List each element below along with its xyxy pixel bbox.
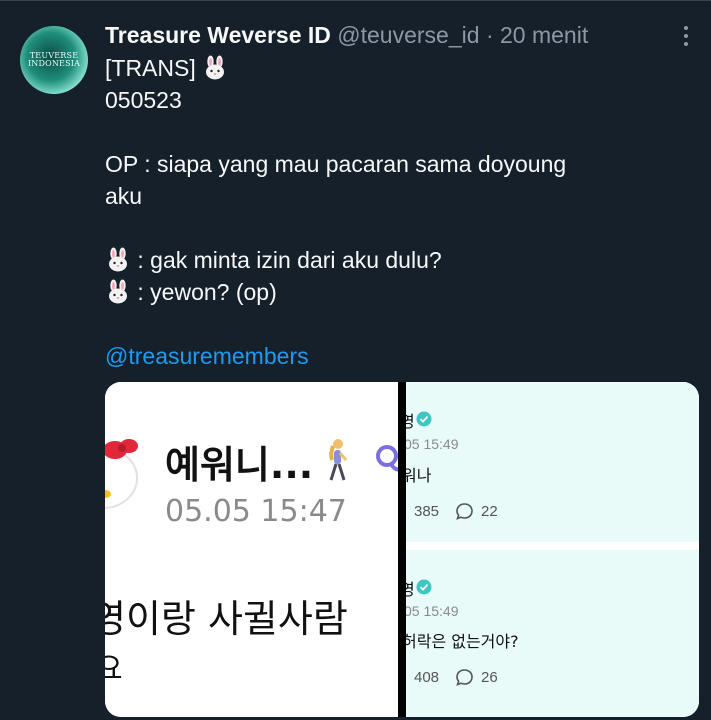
avatar-logo-text: TEUVERSE INDONESIA	[27, 51, 81, 68]
comment-bubble-icon	[456, 503, 473, 520]
comment-time: 05 15:49	[406, 603, 459, 619]
comment-text: 워나	[406, 466, 432, 485]
post-author-name: 예워니...	[165, 443, 314, 487]
media-image-left[interactable]: 예워니... 05.05 15:47 영이랑 사귈사람 요	[105, 382, 398, 717]
rabbit-face-icon	[109, 279, 127, 304]
person-walking-icon	[329, 439, 348, 481]
tweet-line: 050523	[105, 87, 182, 113]
comment-text: 허락은 없는거야?	[406, 632, 519, 651]
top-divider	[0, 0, 711, 1]
tweet-line: OP : siapa yang mau pacaran sama doyoung	[105, 151, 567, 177]
comment-author: 영	[406, 412, 415, 431]
card-gap	[406, 542, 699, 550]
author-handle[interactable]: @teuverse_id	[337, 22, 479, 48]
author-name[interactable]: Treasure Weverse ID	[105, 22, 331, 48]
tweet-line: [TRANS]	[105, 52, 665, 84]
media-image-right[interactable]: 영 05 15:49 워나 385 22 영 05 15:49 허락은 없는거야…	[406, 382, 699, 717]
like-count: 408	[414, 669, 440, 686]
image-divider	[398, 382, 406, 717]
comment-time: 05 15:49	[406, 436, 459, 452]
post-body: 영이랑 사귈사람	[105, 597, 348, 641]
avatar[interactable]: TEUVERSE INDONESIA	[20, 26, 88, 94]
header-separator: ·	[485, 22, 494, 48]
more-options-icon[interactable]	[677, 24, 695, 48]
comment-bubble-icon	[456, 669, 473, 686]
tweet-line-text: [TRANS]	[105, 55, 203, 81]
tweet-media[interactable]: 예워니... 05.05 15:47 영이랑 사귈사람 요 영 05 15:49…	[105, 382, 699, 717]
verified-badge-icon	[416, 579, 432, 595]
tweet-text: [TRANS] 050523 OP : siapa yang mau pacar…	[105, 52, 665, 372]
comment-card: 영 05 15:49 워나 385 22	[406, 382, 699, 542]
mention-link[interactable]: @treasuremembers	[105, 343, 309, 369]
tweet-line: @treasuremembers	[105, 340, 665, 372]
verified-badge-icon	[416, 411, 432, 427]
like-count: 385	[414, 503, 440, 520]
rabbit-face-icon	[206, 55, 225, 80]
tweet-line: aku	[105, 183, 143, 209]
partial-icon	[376, 445, 398, 472]
tweet-line: : yewon? (op)	[105, 276, 665, 308]
comment-author: 영	[406, 580, 415, 599]
tweet-line: : gak minta izin dari aku dulu?	[105, 244, 665, 276]
tweet-header: Treasure Weverse ID @teuverse_id · 20 me…	[105, 20, 588, 50]
comment-count: 26	[481, 669, 498, 686]
hello-kitty-avatar-icon	[105, 439, 138, 509]
comment-count: 22	[481, 503, 498, 520]
comment-card: 영 05 15:49 허락은 없는거야? 408 26	[406, 550, 699, 717]
post-timestamp: 05.05 15:47	[165, 494, 347, 529]
tweet-timestamp[interactable]: 20 menit	[500, 22, 588, 48]
rabbit-face-icon	[109, 247, 127, 272]
tweet-line-text: : gak minta izin dari aku dulu?	[131, 247, 442, 273]
post-body-cut: 요	[105, 652, 123, 687]
tweet-line-text: : yewon? (op)	[131, 279, 277, 305]
